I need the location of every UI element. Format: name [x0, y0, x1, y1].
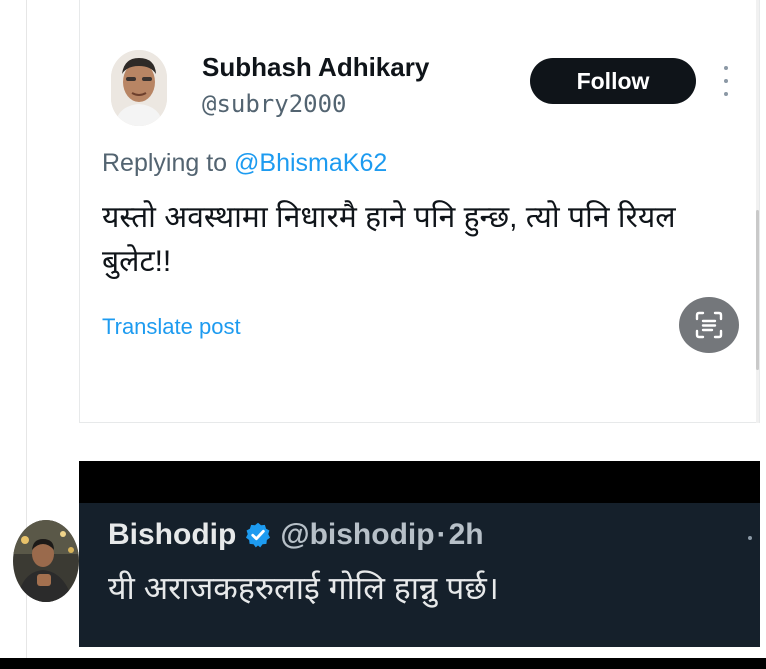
tweet-card: Subhash Adhikary @subry2000 Follow Reply… [79, 0, 760, 423]
embedded-tweet-header-strip [79, 461, 760, 503]
text-scan-icon[interactable] [679, 297, 739, 353]
scrollbar-track[interactable] [756, 0, 759, 423]
scrollbar-thumb[interactable] [756, 210, 759, 370]
replying-mention[interactable]: @BhismaK62 [234, 149, 387, 177]
embedded-tweet-card [79, 461, 760, 647]
verified-badge-icon [244, 521, 272, 549]
translate-link[interactable]: Translate post [102, 314, 241, 340]
embedded-avatar-portrait [13, 520, 79, 602]
embedded-author-handle[interactable]: @bishodip [280, 518, 434, 552]
replying-to: Replying to @BhismaK62 [102, 149, 387, 178]
embedded-tweet-text: यी अराजकहरुलाई गोलि हान्नु पर्छ। [108, 570, 499, 606]
tweet-text: यस्तो अवस्थामा निधारमै हाने पनि हुन्छ, त… [102, 201, 676, 278]
embedded-avatar[interactable] [13, 520, 79, 602]
avatar[interactable] [111, 50, 167, 126]
avatar-portrait [111, 50, 167, 126]
author-handle[interactable]: @subry2000 [202, 90, 347, 118]
embedded-author-name[interactable]: Bishodip [108, 518, 236, 552]
more-horizontal-icon[interactable] [748, 536, 752, 540]
follow-button[interactable]: Follow [530, 58, 696, 104]
replying-prefix: Replying to [102, 149, 228, 177]
bottom-bar [0, 658, 766, 669]
author-name[interactable]: Subhash Adhikary [202, 52, 429, 83]
separator-dot: · [436, 518, 447, 551]
embedded-timestamp[interactable]: 2h [449, 518, 484, 552]
embedded-tweet-header: Bishodip @bishodip · 2h [108, 518, 484, 552]
more-vertical-icon[interactable] [722, 66, 730, 96]
